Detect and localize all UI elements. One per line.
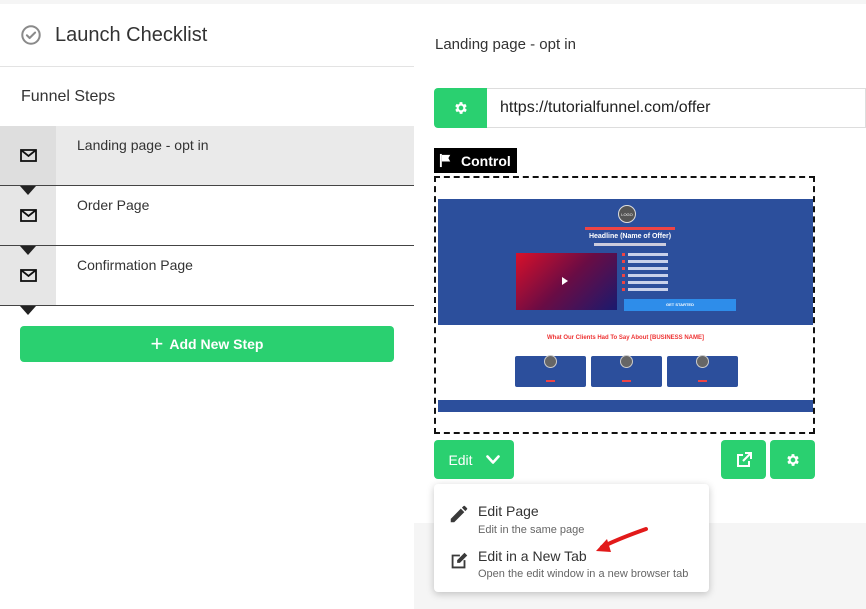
step-label: Order Page: [77, 197, 150, 213]
add-new-step-label: Add New Step: [169, 336, 264, 352]
funnel-step-order-page[interactable]: Order Page: [0, 186, 414, 255]
edit-dropdown-menu: Edit Page Edit in the same page Edit in …: [434, 484, 709, 592]
flag-icon: [439, 153, 451, 168]
thumbnail-testimonials-title: What Our Clients Had To Say About [BUSIN…: [546, 335, 704, 341]
open-page-button[interactable]: [721, 440, 766, 479]
thumbnail-testimonial-card: [515, 355, 586, 387]
thumbnail-bullet: [622, 260, 668, 263]
envelope-icon: [19, 149, 37, 162]
plus-icon: +: [150, 331, 164, 356]
thumbnail-hero: LOGO Headline (Name of Offer) GET STARTE…: [438, 199, 813, 325]
thumbnail-testimonial-card: [591, 355, 662, 387]
thumbnail-bullet: [622, 267, 668, 270]
control-label: Control: [461, 152, 511, 169]
avatar: [620, 355, 633, 368]
envelope-icon: [19, 269, 37, 282]
step-connector-caret: [20, 246, 36, 255]
check-circle-icon: [21, 25, 41, 45]
funnel-sidebar: Launch Checklist Funnel Steps Landing pa…: [0, 4, 414, 609]
avatar: [544, 355, 557, 368]
menu-item-label: Edit Page: [478, 503, 539, 519]
step-detail-panel: Landing page - opt in https://tutorialfu…: [414, 4, 866, 609]
testimonial-name: [698, 380, 707, 382]
edit-label: Edit: [448, 451, 473, 468]
thumbnail-bullet: [622, 274, 668, 277]
testimonial-name: [546, 380, 555, 382]
launch-checklist-header[interactable]: Launch Checklist: [0, 4, 414, 67]
menu-item-label: Edit in a New Tab: [478, 548, 587, 564]
thumbnail-cta: GET STARTED: [624, 299, 736, 311]
thumbnail-logo: LOGO: [618, 205, 636, 223]
thumbnail-subheadline: [594, 243, 666, 246]
step-label: Confirmation Page: [77, 257, 193, 273]
testimonial-name: [622, 380, 631, 382]
funnel-step-landing-page[interactable]: Landing page - opt in: [0, 126, 414, 195]
app-frame: Launch Checklist Funnel Steps Landing pa…: [0, 0, 866, 609]
page-url-field[interactable]: https://tutorialfunnel.com/offer: [487, 88, 866, 128]
avatar: [696, 355, 709, 368]
thumbnail-bullet: [622, 281, 668, 284]
thumbnail-headline: Headline (Name of Offer): [588, 233, 672, 240]
pencil-icon: [450, 505, 468, 523]
url-settings-button[interactable]: [434, 88, 487, 128]
thumbnail-bullets: [622, 253, 668, 295]
menu-item-edit-new-tab[interactable]: Edit in a New Tab Open the edit window i…: [434, 538, 709, 584]
annotation-arrow-icon: [596, 527, 648, 552]
menu-item-edit-page[interactable]: Edit Page Edit in the same page: [434, 490, 709, 536]
edit-note-icon: [451, 552, 468, 569]
step-label: Landing page - opt in: [77, 137, 209, 153]
thumbnail-footer: [438, 400, 813, 412]
launch-checklist-title: Launch Checklist: [55, 23, 208, 46]
thumbnail-bullet: [622, 288, 668, 291]
envelope-icon: [19, 209, 37, 222]
thumbnail-preheadline: [585, 227, 675, 230]
funnel-steps-list: Landing page - opt in Order Page Confirm…: [0, 126, 414, 315]
funnel-steps-heading: Funnel Steps: [21, 88, 116, 105]
gear-icon: [786, 453, 799, 466]
menu-item-description: Edit in the same page: [478, 524, 585, 536]
chevron-down-icon: [485, 454, 500, 464]
page-preview[interactable]: LOGO Headline (Name of Offer) GET STARTE…: [434, 176, 815, 434]
thumbnail-bullet: [622, 253, 668, 256]
step-connector-caret: [20, 186, 36, 195]
play-icon: [562, 277, 568, 285]
step-connector-caret: [20, 306, 36, 315]
thumbnail-testimonial-card: [667, 355, 738, 387]
gear-icon: [454, 102, 467, 114]
page-thumbnail: LOGO Headline (Name of Offer) GET STARTE…: [438, 199, 813, 412]
external-link-icon: [736, 451, 752, 467]
url-row: https://tutorialfunnel.com/offer: [434, 88, 866, 128]
step-icon-column: [0, 126, 56, 185]
add-new-step-button[interactable]: + Add New Step: [20, 326, 394, 362]
page-title: Landing page - opt in: [435, 36, 576, 53]
control-variant-tag: Control: [434, 148, 517, 173]
page-settings-button[interactable]: [770, 440, 815, 479]
edit-dropdown-button[interactable]: Edit: [434, 440, 514, 479]
thumbnail-video: [516, 253, 617, 310]
funnel-step-confirmation-page[interactable]: Confirmation Page: [0, 246, 414, 315]
menu-item-description: Open the edit window in a new browser ta…: [478, 568, 689, 580]
